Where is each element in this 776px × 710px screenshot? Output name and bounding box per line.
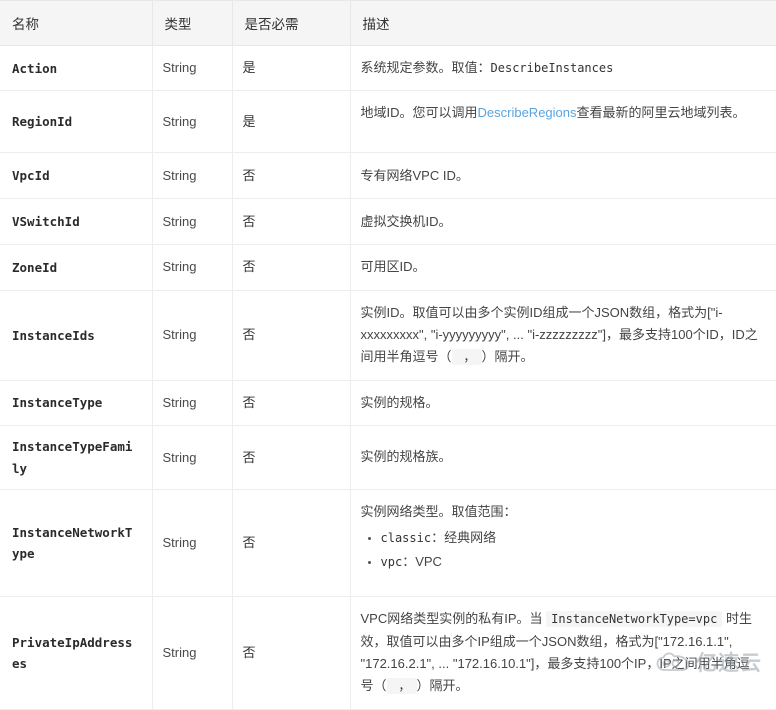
param-type: String xyxy=(152,244,233,291)
desc-text-tail: ）隔开。 xyxy=(481,349,534,365)
param-required: 否 xyxy=(232,489,351,598)
describe-regions-link[interactable]: DescribeRegions xyxy=(478,105,577,120)
table-header: 名称 类型 是否必需 描述 xyxy=(0,0,776,46)
param-type: String xyxy=(152,152,233,200)
table-row: PrivateIpAddresses String 否 VPC网络类型实例的私有… xyxy=(0,596,776,710)
desc-text-tail: ）隔开。 xyxy=(416,678,469,694)
api-parameter-table: 名称 类型 是否必需 描述 Action String 是 系统规定参数。取值：… xyxy=(0,0,776,710)
param-name: VSwitchId xyxy=(0,198,153,246)
desc-text-tail: 查看最新的阿里云地域列表。 xyxy=(576,105,746,121)
param-name: InstanceNetworkType xyxy=(0,489,153,598)
param-name: ZoneId xyxy=(0,244,153,291)
param-description: VPC网络类型实例的私有IP。当 InstanceNetworkType=vpc… xyxy=(350,596,776,710)
value-label: ：经典网络 xyxy=(431,529,497,545)
param-description: 系统规定参数。取值：DescribeInstances xyxy=(350,45,776,92)
table-row: InstanceNetworkType String 否 实例网络类型。取值范围… xyxy=(0,489,776,598)
param-type: String xyxy=(152,290,233,381)
list-item: vpc：VPC xyxy=(381,551,763,573)
table-header-row: 名称 类型 是否必需 描述 xyxy=(0,0,776,46)
value-label: ：VPC xyxy=(402,553,442,569)
param-required: 是 xyxy=(232,90,351,154)
param-name: InstanceIds xyxy=(0,290,153,381)
table-row: Action String 是 系统规定参数。取值：DescribeInstan… xyxy=(0,45,776,92)
param-description: 实例的规格族。 xyxy=(350,425,776,491)
comma-code: ， xyxy=(386,678,417,695)
param-description: 专有网络VPC ID。 xyxy=(350,152,776,200)
param-required: 否 xyxy=(232,152,351,200)
table-row: VpcId String 否 专有网络VPC ID。 xyxy=(0,152,776,200)
desc-text: 实例网络类型。取值范围： xyxy=(360,504,517,520)
desc-text: VPC网络类型实例的私有IP。当 xyxy=(360,611,543,627)
table-row: InstanceType String 否 实例的规格。 xyxy=(0,380,776,427)
table-row: ZoneId String 否 可用区ID。 xyxy=(0,244,776,291)
table-row: InstanceIds String 否 实例ID。取值可以由多个实例ID组成一… xyxy=(0,290,776,381)
param-description: 可用区ID。 xyxy=(350,244,776,291)
param-required: 否 xyxy=(232,596,351,710)
table-row: RegionId String 是 地域ID。您可以调用DescribeRegi… xyxy=(0,90,776,154)
table-body: Action String 是 系统规定参数。取值：DescribeInstan… xyxy=(0,45,776,710)
param-type: String xyxy=(152,489,233,598)
param-required: 否 xyxy=(232,425,351,491)
param-required: 否 xyxy=(232,198,351,246)
value-code: vpc xyxy=(380,554,403,569)
column-header-required: 是否必需 xyxy=(232,0,351,46)
param-name: VpcId xyxy=(0,152,153,200)
param-type: String xyxy=(152,425,233,491)
param-name: InstanceTypeFamily xyxy=(0,425,153,491)
param-required: 否 xyxy=(232,290,351,381)
column-header-description: 描述 xyxy=(350,0,776,46)
param-name: RegionId xyxy=(0,90,153,154)
param-description: 实例ID。取值可以由多个实例ID组成一个JSON数组，格式为["i-xxxxxx… xyxy=(350,290,776,381)
desc-text: 地域ID。您可以调用 xyxy=(360,105,478,121)
table-row: VSwitchId String 否 虚拟交换机ID。 xyxy=(0,198,776,246)
table-row: InstanceTypeFamily String 否 实例的规格族。 xyxy=(0,425,776,491)
param-name: Action xyxy=(0,45,153,92)
column-header-name: 名称 xyxy=(0,0,153,46)
column-header-type: 类型 xyxy=(152,0,233,46)
param-description: 实例网络类型。取值范围： classic：经典网络 vpc：VPC xyxy=(350,489,776,598)
list-item: classic：经典网络 xyxy=(381,527,763,549)
desc-text: 系统规定参数。取值： xyxy=(360,60,491,75)
value-code: classic xyxy=(380,530,432,545)
param-type: String xyxy=(152,596,233,710)
param-type: String xyxy=(152,380,233,427)
param-description: 虚拟交换机ID。 xyxy=(350,198,776,246)
network-type-code: InstanceNetworkType=vpc xyxy=(546,611,723,628)
param-name: InstanceType xyxy=(0,380,153,427)
param-description: 地域ID。您可以调用DescribeRegions查看最新的阿里云地域列表。 xyxy=(350,90,776,154)
desc-text: 实例ID。取值可以由多个实例ID组成一个JSON数组，格式为["i-xxxxxx… xyxy=(360,304,758,365)
param-required: 否 xyxy=(232,244,351,291)
param-name: PrivateIpAddresses xyxy=(0,596,153,710)
param-type: String xyxy=(152,90,233,154)
param-required: 是 xyxy=(232,45,351,92)
value-range-list: classic：经典网络 vpc：VPC xyxy=(361,527,763,573)
param-type: String xyxy=(152,45,233,92)
comma-code: ， xyxy=(451,349,482,366)
param-required: 否 xyxy=(232,380,351,427)
desc-code-value: DescribeInstances xyxy=(490,61,614,75)
param-description: 实例的规格。 xyxy=(350,380,776,427)
param-type: String xyxy=(152,198,233,246)
